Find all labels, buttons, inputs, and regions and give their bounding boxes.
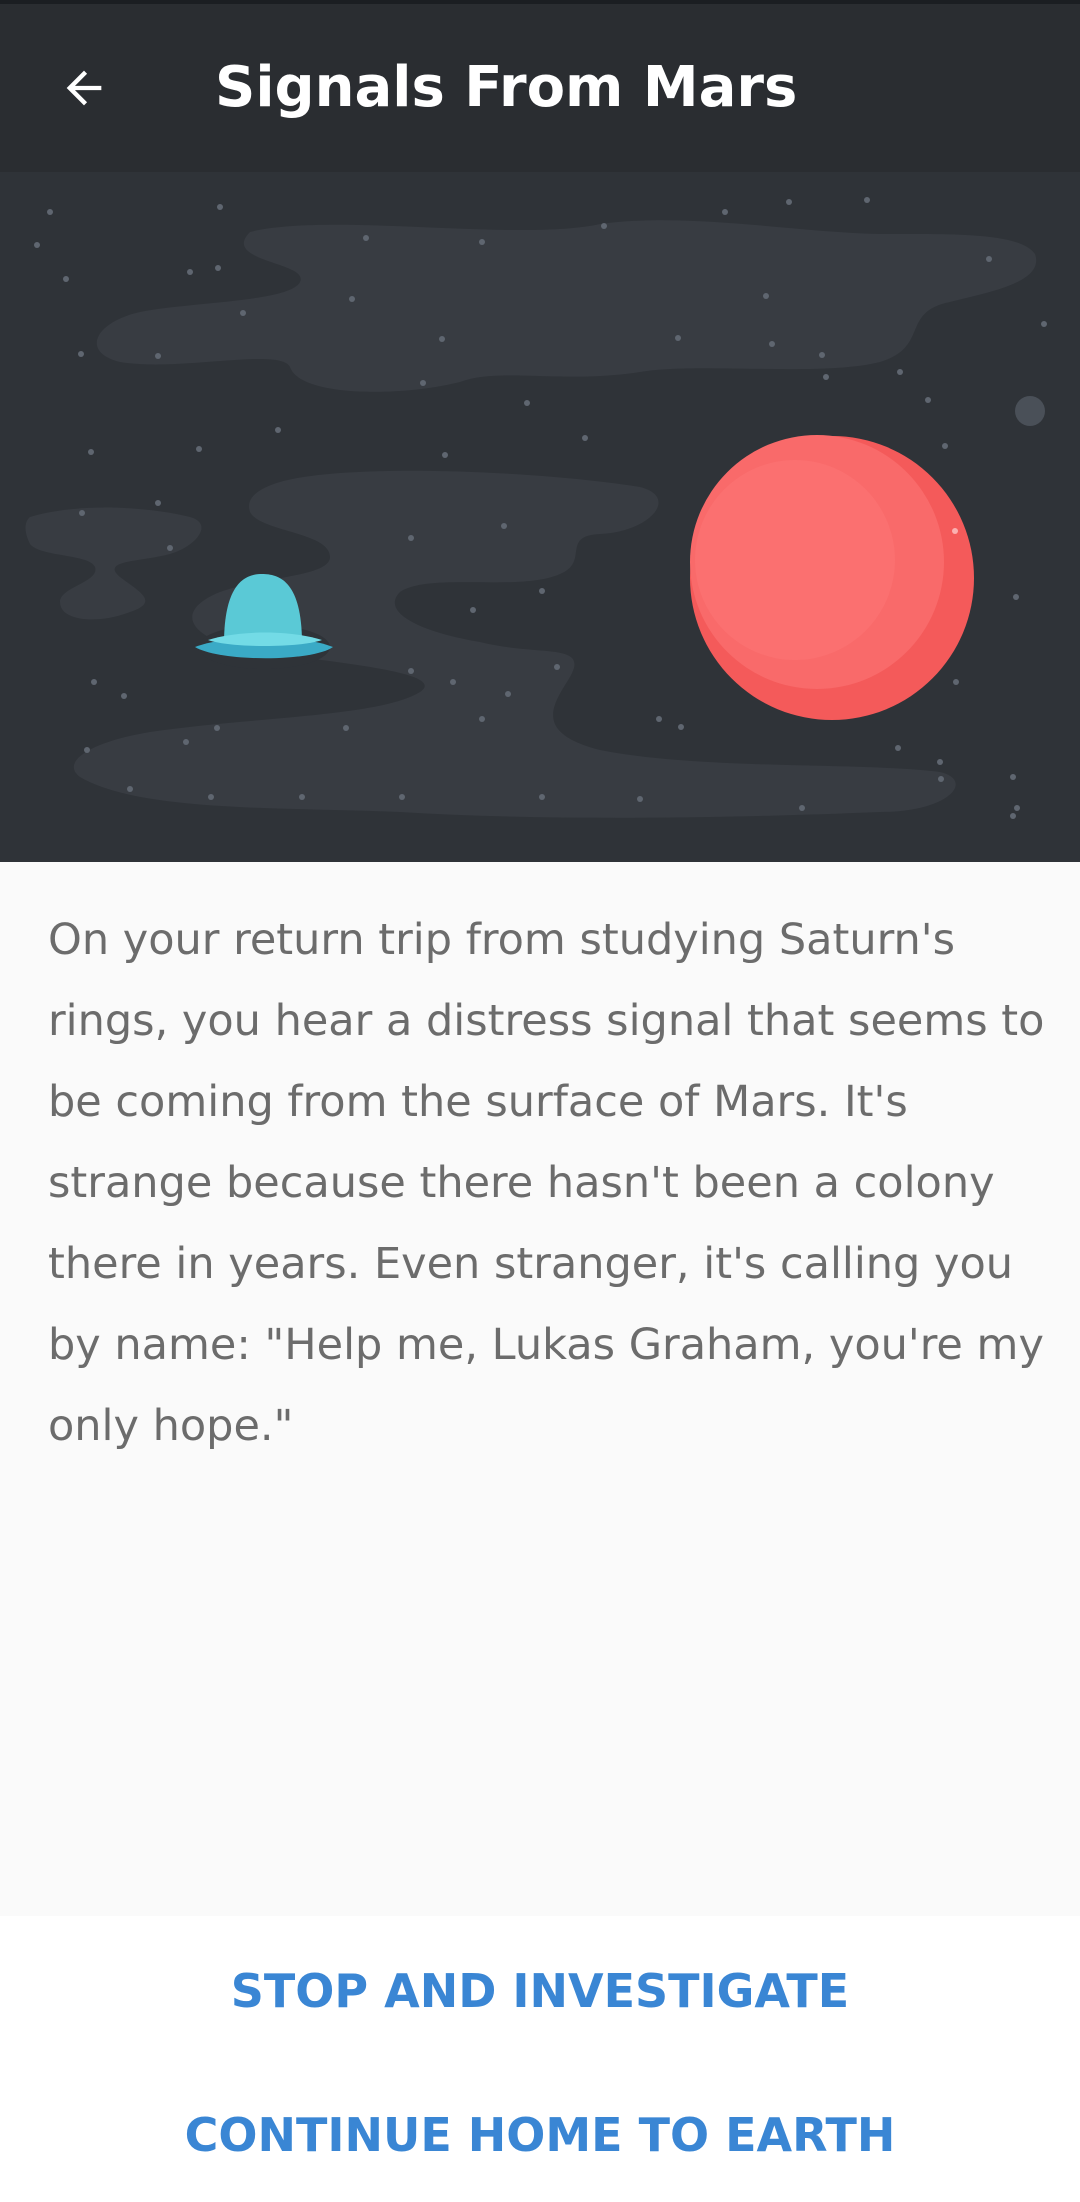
stop-and-investigate-button[interactable]: STOP AND INVESTIGATE xyxy=(0,1926,1080,2056)
page-title: Signals From Mars xyxy=(215,55,798,120)
back-button[interactable] xyxy=(36,40,132,136)
story-text: On your return trip from studying Saturn… xyxy=(48,915,1045,1451)
hero-illustration xyxy=(0,172,1080,862)
continue-home-to-earth-button[interactable]: CONTINUE HOME TO EARTH xyxy=(0,2070,1080,2200)
choice-panel: STOP AND INVESTIGATE CONTINUE HOME TO EA… xyxy=(0,1916,1080,2202)
app-bar: Signals From Mars xyxy=(0,4,1080,172)
arrow-left-icon xyxy=(66,70,102,106)
